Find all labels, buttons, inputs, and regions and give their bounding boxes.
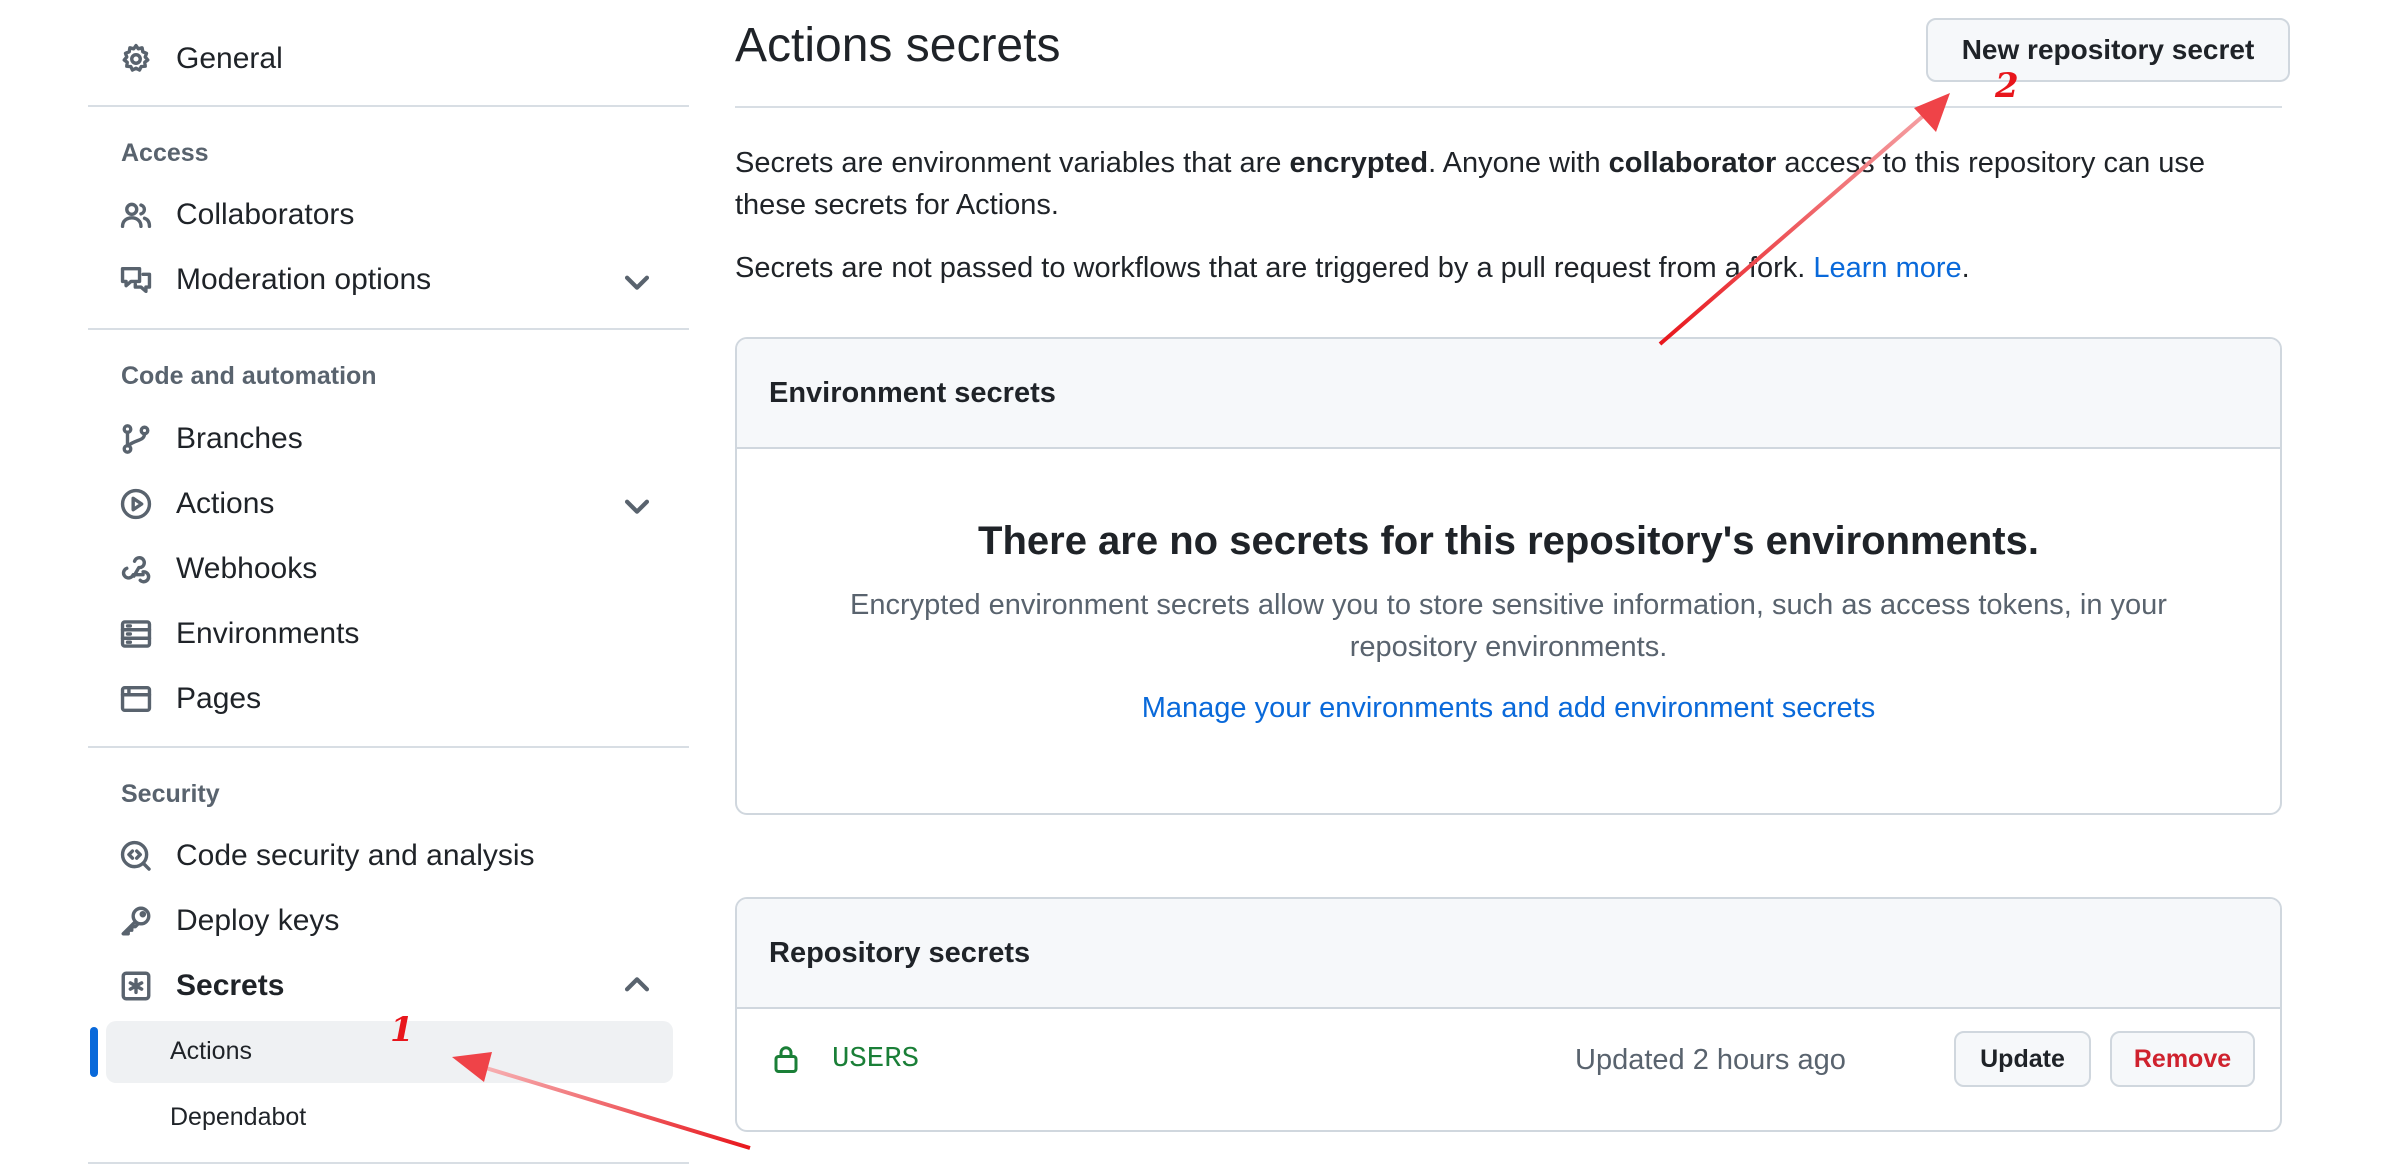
arrow-to-actions (452, 1052, 751, 1150)
arrow-to-new-secret (1658, 93, 1950, 346)
annotation-arrows (452, 93, 1950, 1150)
annotation-step-2: 2 (1995, 66, 2019, 106)
annotation-step-1: 1 (390, 1010, 414, 1050)
